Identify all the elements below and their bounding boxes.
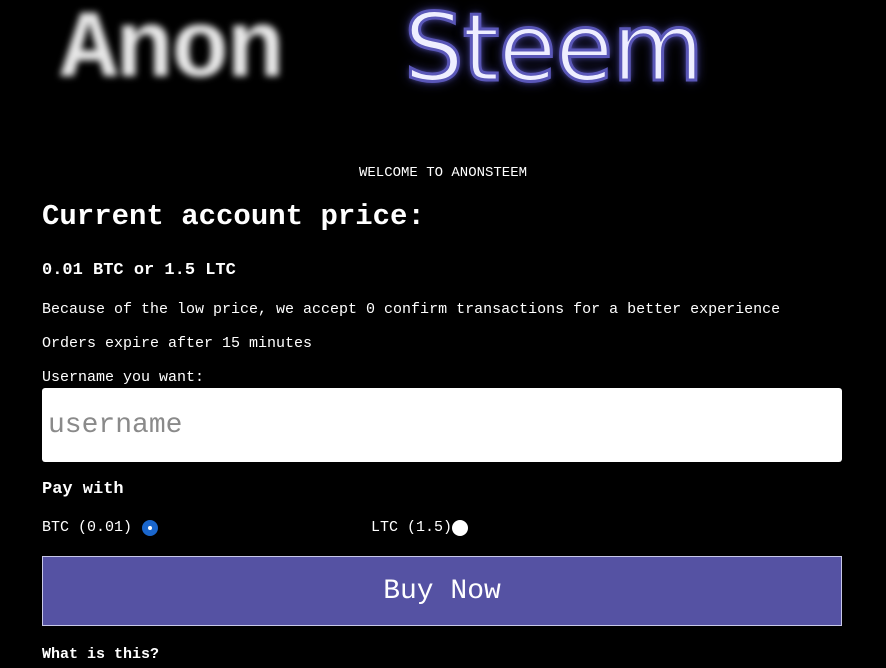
username-label: Username you want: [42,369,205,386]
price-value: 0.01 BTC or 1.5 LTC [42,261,236,280]
username-input[interactable] [42,388,842,462]
logo-text-steem: Steem [403,0,706,105]
site-logo: Anon Steem [60,0,820,110]
pay-option-ltc-label: LTC (1.5) [371,519,453,536]
ltc-radio-button[interactable] [452,519,469,536]
btc-radio-button[interactable] [142,519,159,536]
pay-option-ltc[interactable]: LTC (1.5) [371,519,469,536]
buy-now-button[interactable]: Buy Now [42,556,842,626]
order-expiry-note: Orders expire after 15 minutes [42,335,313,352]
price-heading: Current account price: [42,200,425,233]
zero-confirm-note: Because of the low price, we accept 0 co… [42,301,781,318]
pay-option-btc-label: BTC (0.01) [42,519,133,536]
welcome-text: WELCOME TO ANONSTEEM [358,165,528,181]
pay-option-btc[interactable]: BTC (0.01) [42,519,159,536]
what-is-this-heading: What is this? [42,646,160,663]
logo-text-anon: Anon [60,0,284,105]
pay-with-heading: Pay with [42,480,124,499]
